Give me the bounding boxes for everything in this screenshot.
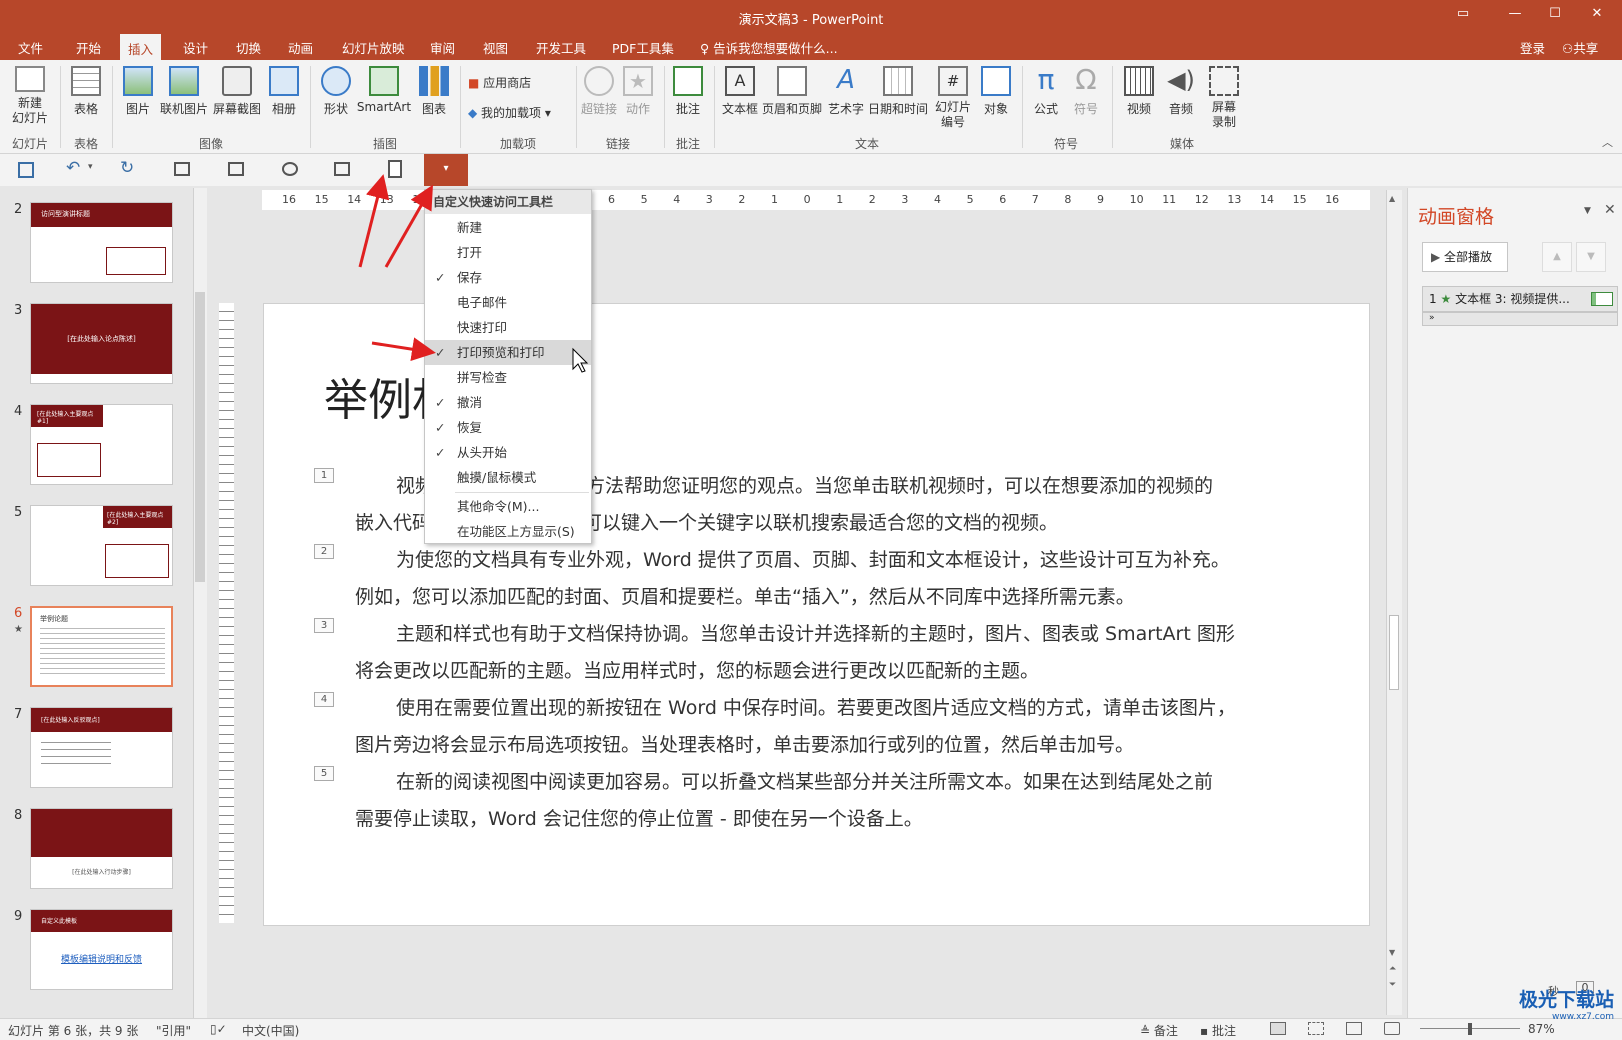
annotation-overlay (358, 174, 589, 373)
mouse-cursor-icon (572, 347, 589, 373)
red-arrow (371, 337, 436, 362)
red-arrow (358, 174, 390, 268)
red-arrow (384, 184, 433, 268)
watermark-logo: 极光下载站 www.xz7.com (1454, 985, 1614, 1022)
watermark-name: 极光下载站 (1518, 989, 1614, 1011)
watermark-url: www.xz7.com (1552, 1012, 1614, 1022)
